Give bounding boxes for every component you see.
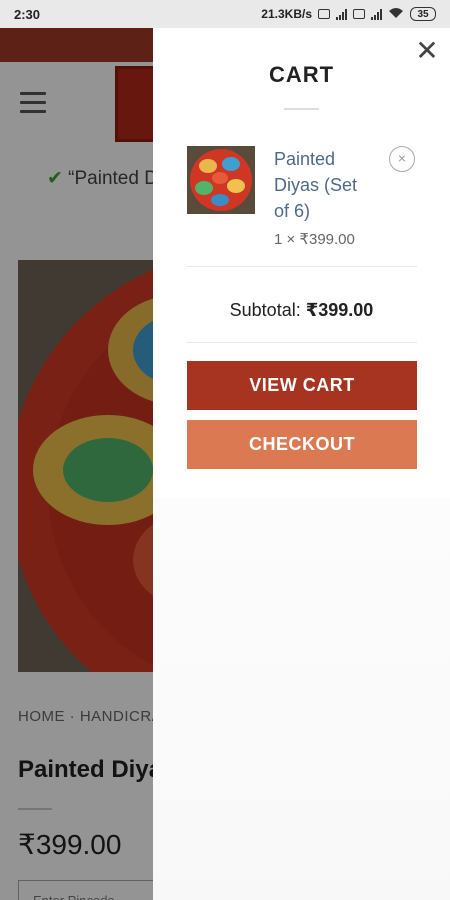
divider: [187, 342, 417, 343]
cart-item-quantity-price: 1 × ₹399.00: [274, 231, 355, 248]
volte-icon-2: [353, 9, 365, 19]
volte-icon: [318, 9, 330, 19]
cart-item: Painted Diyas (Set of 6) × 1 × ₹399.00: [187, 146, 419, 256]
battery-icon: 35: [410, 7, 436, 21]
item-thumbnail[interactable]: [187, 146, 255, 214]
subtotal-value: ₹399.00: [305, 300, 374, 320]
drawer-empty-area: [153, 498, 450, 900]
wifi-icon: [388, 7, 404, 22]
divider: [187, 266, 417, 267]
view-cart-button[interactable]: VIEW CART: [187, 361, 417, 410]
subtotal-label: Subtotal:: [229, 300, 301, 320]
status-icons: 21.3KB/s 35: [261, 7, 436, 22]
cart-subtotal: Subtotal: ₹399.00: [153, 300, 450, 321]
status-time: 2:30: [14, 6, 41, 22]
network-speed: 21.3KB/s: [261, 7, 312, 21]
remove-item-icon[interactable]: ×: [389, 146, 415, 172]
cart-item-name[interactable]: Painted Diyas (Set of 6): [274, 146, 374, 224]
cart-title: CART: [268, 62, 335, 87]
cart-drawer: ✕ CART Painted Diyas (Set of 6) × 1 × ₹3…: [153, 28, 450, 900]
checkout-button[interactable]: CHECKOUT: [187, 420, 417, 469]
title-divider: [284, 108, 319, 110]
signal-icon: [336, 8, 347, 20]
status-bar: 2:30 21.3KB/s 35: [0, 0, 450, 28]
signal-icon-2: [371, 8, 382, 20]
close-icon[interactable]: ✕: [414, 37, 440, 65]
